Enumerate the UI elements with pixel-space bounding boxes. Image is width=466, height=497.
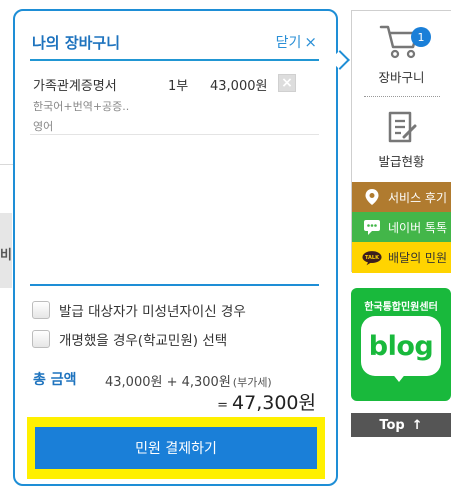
- cart-count-badge: 1: [411, 27, 431, 47]
- close-icon: ×: [281, 75, 293, 91]
- document-icon: [388, 111, 417, 143]
- issuance-status-label: 발급현황: [378, 154, 425, 169]
- naver-talk-button[interactable]: 네이버 톡톡: [352, 212, 451, 242]
- equals-sign: =: [217, 398, 229, 413]
- background-divider: [0, 164, 13, 165]
- name-change-checkbox[interactable]: 개명했을 경우(학교민원) 선택: [32, 329, 227, 349]
- minor-applicant-checkbox[interactable]: 발급 대상자가 미성년자이신 경우: [32, 300, 246, 320]
- delivery-service-label: 배달의 민원: [388, 251, 448, 265]
- issuance-status-button[interactable]: 발급현황: [352, 101, 451, 181]
- blog-banner[interactable]: 한국통합민원센터 blog: [351, 288, 451, 401]
- close-button[interactable]: 닫기 ×: [276, 32, 317, 52]
- total-amount: 47,300원: [232, 392, 316, 414]
- arrow-up-icon: ↑: [411, 417, 423, 433]
- quick-cart-label: 장바구니: [378, 70, 425, 85]
- item-price: 43,000원: [210, 79, 268, 94]
- item-language: 영어: [33, 120, 54, 133]
- cart-popup: 나의 장바구니 닫기 × 가족관계증명서 1부 43,000원 × 한국어+번역+…: [13, 9, 338, 486]
- talk-icon: TALK: [362, 248, 382, 268]
- background-text: 비: [0, 248, 12, 263]
- total-label: 총 금액: [33, 372, 77, 388]
- dotted-divider: [364, 96, 440, 97]
- quick-cart-button[interactable]: 1 장바구니: [352, 11, 451, 96]
- close-icon: ×: [304, 33, 317, 51]
- delivery-service-button[interactable]: TALK 배달의 민원: [352, 242, 451, 273]
- speech-tail: [391, 372, 407, 382]
- checkbox-label: 발급 대상자가 미성년자이신 경우: [59, 304, 246, 320]
- section-divider: [30, 284, 319, 286]
- checkbox[interactable]: [32, 301, 50, 319]
- service-review-button[interactable]: 서비스 후기: [352, 182, 451, 212]
- remove-item-button[interactable]: ×: [278, 74, 296, 92]
- cart-item: 가족관계증명서 1부 43,000원 × 한국어+번역+공증.. 영어: [30, 63, 319, 135]
- svg-text:TALK: TALK: [365, 254, 380, 260]
- cart-header: 나의 장바구니 닫기 ×: [30, 21, 319, 61]
- total-final: = 47,300원: [217, 388, 316, 415]
- blog-banner-title: 한국통합민원센터: [364, 302, 438, 313]
- chat-bubble-icon: [362, 217, 382, 237]
- checkbox-label: 개명했을 경우(학교민원) 선택: [59, 333, 228, 349]
- pay-button[interactable]: 민원 결제하기: [35, 427, 317, 469]
- close-label: 닫기: [275, 35, 302, 51]
- naver-talk-label: 네이버 톡톡: [388, 220, 448, 235]
- cart-title: 나의 장바구니: [32, 34, 121, 52]
- checkbox[interactable]: [32, 330, 50, 348]
- total-breakdown-values: 43,000원 + 4,300원: [105, 375, 231, 390]
- top-label: Top: [379, 417, 405, 433]
- item-quantity: 1부: [168, 79, 189, 94]
- item-options: 한국어+번역+공증..: [33, 100, 130, 113]
- page: 비 나의 장바구니 닫기 × 가족관계증명서 1부 43,000원 × 한국어+번…: [0, 0, 466, 497]
- blog-logo: blog: [361, 316, 441, 376]
- scroll-top-button[interactable]: Top ↑: [351, 413, 451, 437]
- blog-logo-text: blog: [368, 330, 434, 362]
- quick-menu: 1 장바구니 발급현황 서비스 후기 네이버 톡톡 TALK 배달의 민원: [351, 10, 451, 273]
- service-review-label: 서비스 후기: [388, 190, 448, 205]
- item-name: 가족관계증명서: [33, 79, 117, 94]
- location-pin-icon: [362, 187, 382, 207]
